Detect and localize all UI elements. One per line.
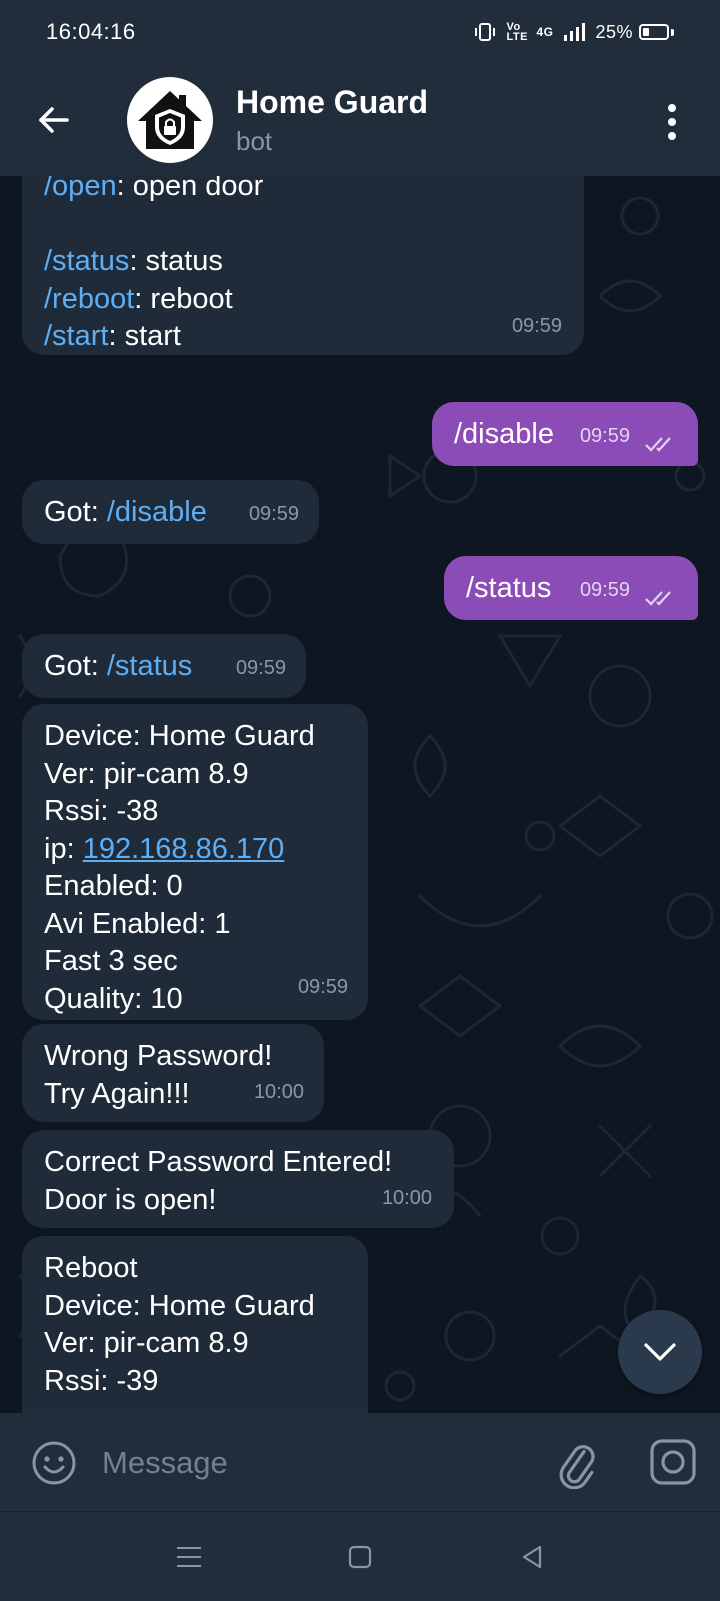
more-vertical-icon	[668, 104, 676, 112]
chat-header: Home Guard bot	[0, 64, 720, 176]
home-lock-icon	[138, 91, 202, 149]
message-line: Correct Password Entered!	[44, 1146, 393, 1178]
emoji-button[interactable]	[30, 1439, 78, 1487]
command-link-disable[interactable]: /disable	[107, 496, 207, 528]
message-time: 09:59	[297, 975, 348, 998]
ip-link[interactable]: 192.168.86.170	[83, 833, 285, 865]
command-link-reboot[interactable]: /reboot	[44, 283, 134, 315]
command-desc: : status	[129, 245, 223, 277]
message-bubble-incoming[interactable]: Got: /status 09:59	[22, 634, 306, 698]
double-check-icon	[645, 437, 671, 452]
info-line: Device: Home Guard	[44, 720, 315, 752]
message-bubble-reboot[interactable]: Reboot Device: Home Guard Ver: pir-cam 8…	[22, 1236, 368, 1413]
bot-avatar[interactable]	[127, 77, 213, 163]
command-desc: : open door	[116, 176, 264, 202]
emoji-icon	[32, 1441, 76, 1485]
menu-lines-icon	[177, 1547, 201, 1567]
message-time: 09:59	[235, 656, 286, 679]
message-time: 09:59	[511, 314, 562, 337]
triangle-back-icon	[522, 1545, 542, 1569]
message-line: Rssi: -39	[44, 1364, 159, 1397]
status-time: 16:04:16	[46, 19, 136, 44]
square-icon	[348, 1545, 372, 1569]
message-text: /status	[466, 572, 552, 604]
message-text: /disable	[454, 418, 554, 450]
recent-apps-button[interactable]	[174, 1542, 204, 1572]
message-line: Device: Home Guard	[44, 1289, 315, 1322]
chat-title[interactable]: Home Guard	[236, 84, 428, 121]
message-bubble-incoming[interactable]: Got: /disable 09:59	[22, 480, 319, 544]
message-bubble-commands[interactable]: /open: open door /status: status /reboot…	[22, 176, 584, 355]
command-link-status[interactable]: /status	[44, 245, 129, 277]
camera-icon	[650, 1439, 696, 1485]
message-line: Wrong Password!	[44, 1040, 273, 1072]
more-menu-button[interactable]	[652, 98, 692, 146]
back-button[interactable]	[30, 96, 78, 144]
arrow-left-icon	[39, 107, 69, 133]
message-time: 10:00	[381, 1186, 432, 1209]
message-prefix: Got:	[44, 496, 107, 528]
vibrate-icon	[475, 23, 496, 41]
info-line: Enabled: 0	[44, 870, 183, 902]
camera-button[interactable]	[648, 1437, 698, 1487]
message-input[interactable]	[100, 1437, 524, 1489]
message-time: 09:59	[248, 502, 299, 525]
message-time: 10:00	[253, 1080, 304, 1103]
message-line: Ver: pir-cam 8.9	[44, 1327, 249, 1359]
system-back-button[interactable]	[517, 1542, 547, 1572]
command-desc: : start	[108, 320, 181, 352]
message-bubble-outgoing[interactable]: /disable 09:59	[432, 402, 698, 466]
ip-label: ip:	[44, 832, 83, 865]
message-time: 09:59	[579, 424, 630, 447]
message-line: Reboot	[44, 1252, 138, 1284]
system-navigation-bar	[0, 1511, 720, 1601]
message-bubble-incoming[interactable]: Correct Password Entered! Door is open! …	[22, 1130, 454, 1228]
volte-indicator: Vo LTE	[506, 21, 528, 43]
message-bubble-outgoing[interactable]: /status 09:59	[444, 556, 698, 620]
message-time: 09:59	[579, 578, 630, 601]
battery-percent: 25%	[595, 21, 633, 42]
command-link-open[interactable]: /open	[44, 176, 117, 202]
scroll-to-bottom-button[interactable]	[618, 1310, 702, 1394]
status-icons: Vo LTE 4G 25%	[474, 21, 674, 43]
home-button[interactable]	[345, 1542, 375, 1572]
message-bubble-device-info[interactable]: Device: Home Guard Ver: pir-cam 8.9 Rssi…	[22, 704, 368, 1020]
message-line: Door is open!	[44, 1183, 217, 1216]
info-line: Ver: pir-cam 8.9	[44, 757, 249, 790]
network-type: 4G	[536, 25, 554, 39]
command-link-status[interactable]: /status	[107, 650, 192, 682]
chat-subtitle: bot	[236, 126, 273, 156]
message-prefix: Got:	[44, 650, 107, 682]
status-bar: 16:04:16 Vo LTE 4G 25%	[0, 0, 720, 64]
attach-button[interactable]	[552, 1437, 600, 1490]
battery-indicator: 25%	[595, 22, 674, 43]
info-line: Avi Enabled: 1	[44, 907, 231, 940]
double-check-icon	[645, 591, 671, 606]
paperclip-icon	[559, 1445, 595, 1490]
message-list[interactable]: /open: open door /status: status /reboot…	[0, 176, 720, 1413]
signal-icon	[564, 23, 586, 41]
message-bubble-incoming[interactable]: Wrong Password! Try Again!!! 10:00	[22, 1024, 324, 1122]
command-link-start[interactable]: /start	[44, 320, 108, 352]
info-line: Rssi: -38	[44, 795, 159, 827]
battery-icon	[639, 24, 669, 40]
command-desc: : reboot	[134, 282, 233, 315]
chevron-down-icon	[644, 1343, 676, 1361]
message-composer	[0, 1413, 720, 1511]
